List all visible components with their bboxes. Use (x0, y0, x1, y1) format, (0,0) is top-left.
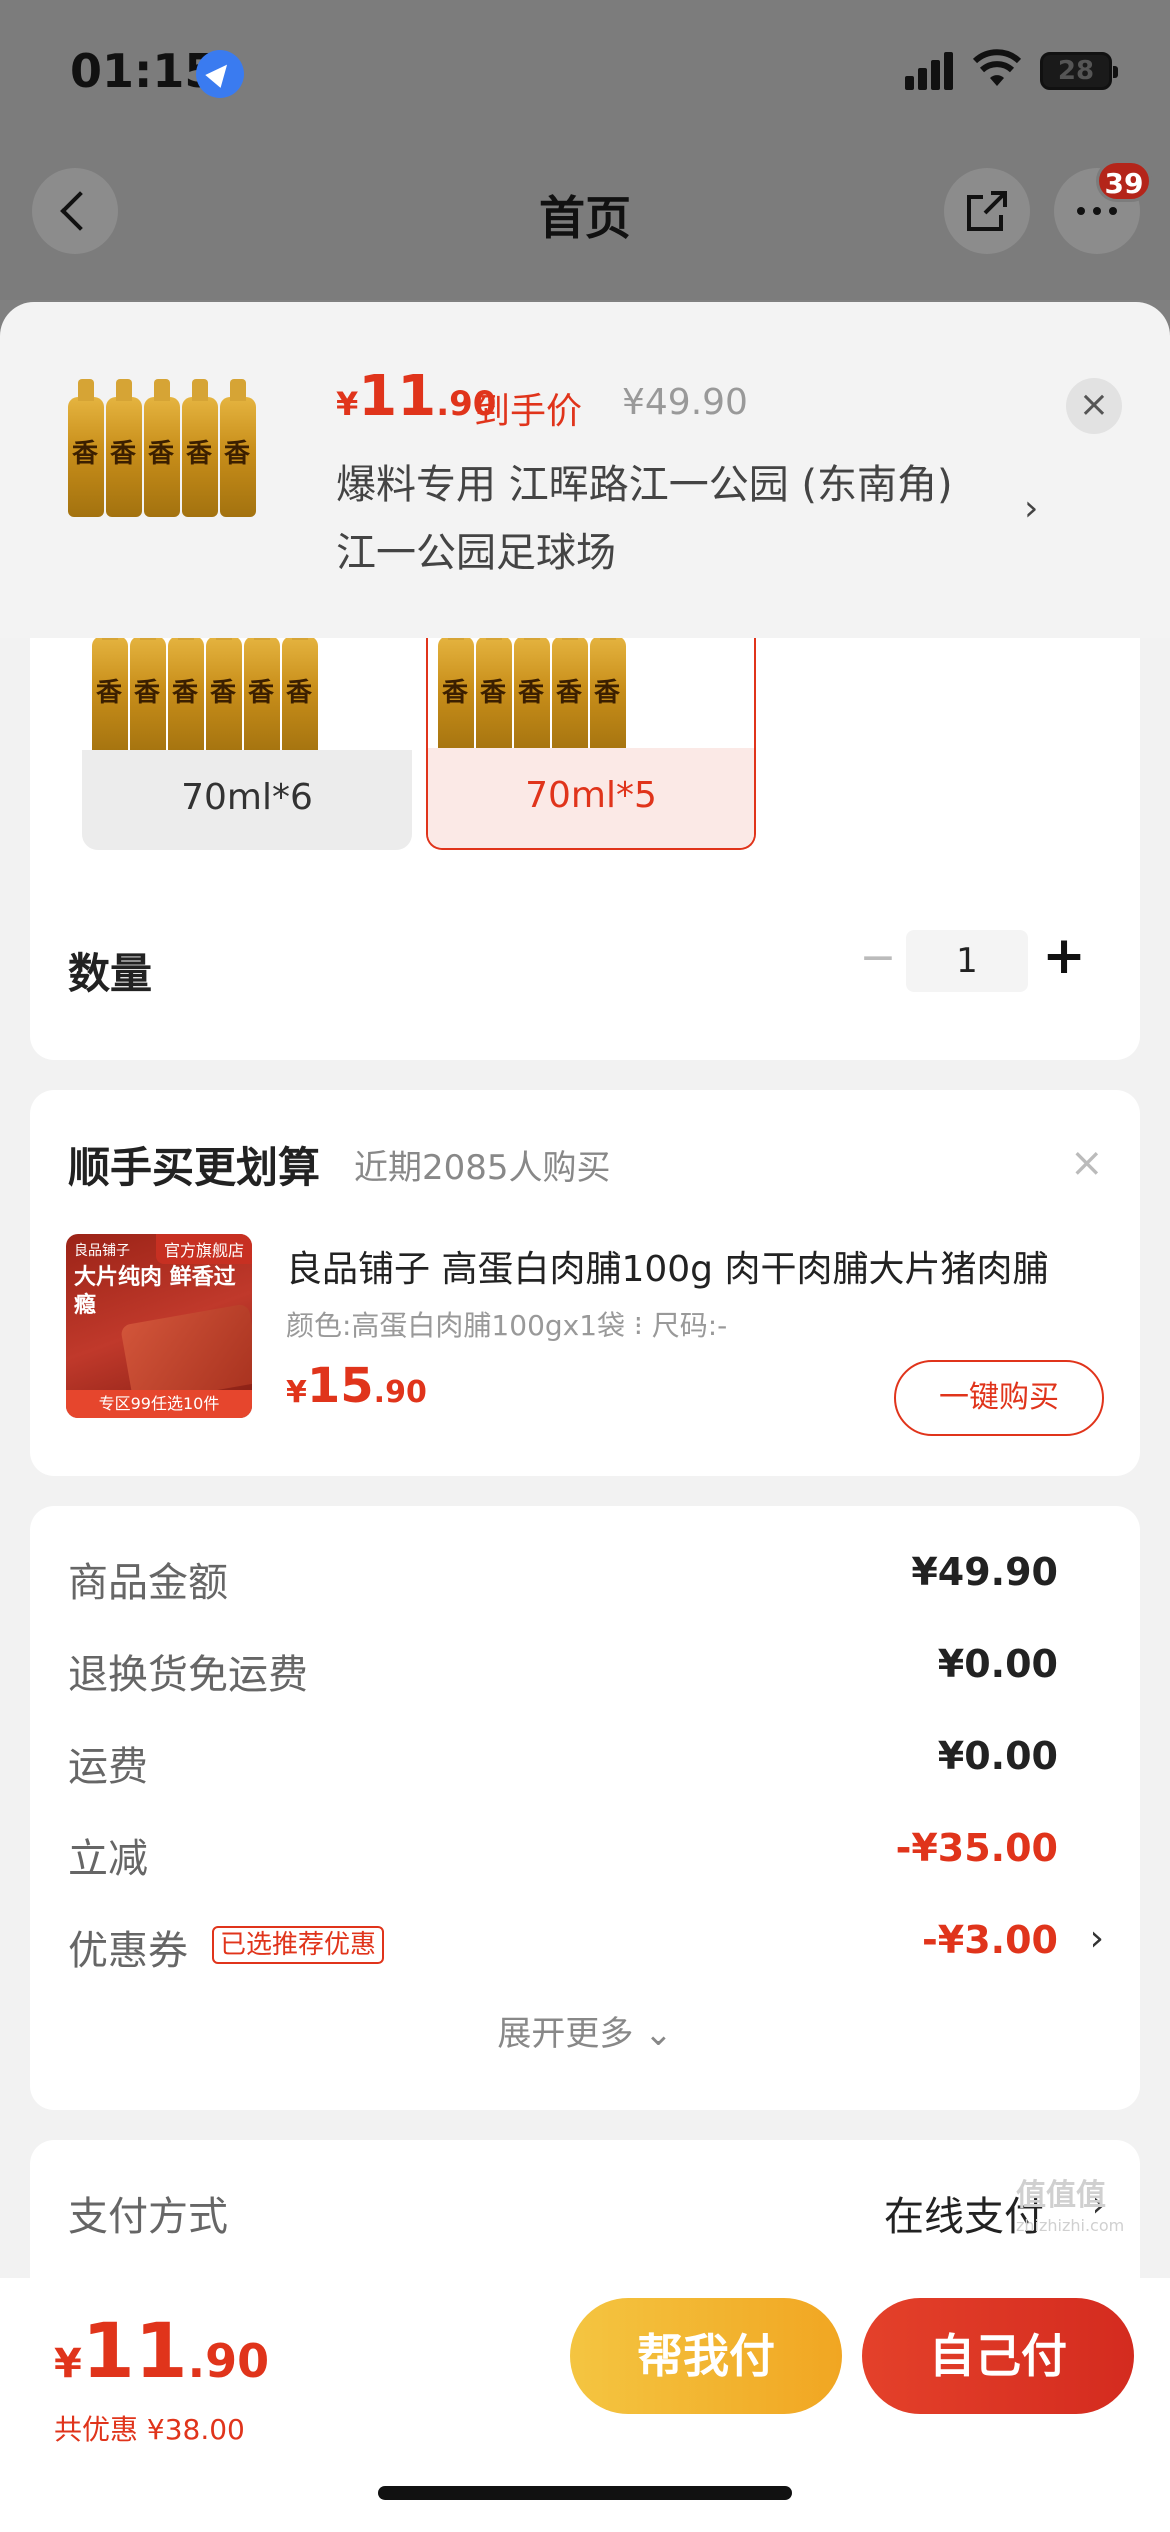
price-details-card: 商品金额 ¥49.90 退换货免运费 ¥0.00 运费 ¥0.00 立减 -¥35.00… (30, 1506, 1140, 2110)
upsell-product-attributes: 颜色:高蛋白肉脯100gx1袋 ⁝ 尺码:- (286, 1309, 728, 1342)
upsell-close-button[interactable]: × (1070, 1140, 1104, 1186)
quantity-increase-button[interactable]: + (1034, 926, 1094, 986)
upsell-product-name[interactable]: 良品铺子 高蛋白肉脯100g 肉干肉脯大片猪肉脯 (286, 1240, 1106, 1292)
price-row-discount: 立减 -¥35.00 (68, 1826, 1058, 1882)
product-summary-card[interactable]: ¥11.90 到手价 ¥49.90 爆料专用 江晖路江一公园 (东南角) 江一公… (0, 302, 1170, 638)
quantity-input[interactable]: 1 (906, 930, 1028, 992)
home-indicator[interactable] (378, 2486, 792, 2500)
final-price: ¥11.90 (336, 364, 497, 429)
battery-icon: 28 (1040, 52, 1118, 90)
one-click-buy-button[interactable]: 一键购买 (894, 1360, 1104, 1436)
notification-badge: 39 (1096, 160, 1152, 202)
price-row-shipping: 运费 ¥0.00 (68, 1734, 1058, 1790)
upsell-title: 顺手买更划算 (68, 1143, 321, 1192)
spec-selection-card: 70ml*6 70ml*5 数量 − 1 + (30, 600, 1140, 1060)
cellular-signal-icon (905, 50, 955, 90)
address-line-1[interactable]: 爆料专用 江晖路江一公园 (东南角) (336, 452, 953, 510)
status-time: 01:15 (70, 44, 217, 98)
location-arrow-icon (196, 50, 244, 98)
quantity-label: 数量 (68, 949, 153, 998)
quantity-decrease-button[interactable]: − (848, 930, 908, 990)
spec-option-label: 70ml*5 (428, 748, 754, 848)
wifi-icon (972, 49, 1022, 86)
upsell-subtitle: 近期2085人购买 (354, 1148, 611, 1188)
upsell-product-image[interactable]: 官方旗舰店 良品铺子 大片纯肉 鲜香过瘾 专区99任选10件 (66, 1234, 252, 1418)
payment-method-label: 支付方式 (68, 2194, 228, 2240)
price-row-coupon[interactable]: 优惠券 已选推荐优惠 -¥3.00 › (68, 1918, 1108, 1978)
status-bar: 01:15 28 (0, 0, 1170, 140)
product-thumbnail (68, 379, 258, 517)
total-price: ¥11.90 (54, 2306, 270, 2395)
final-price-label: 到手价 (474, 391, 583, 432)
nav-bar: 首页 39 (0, 140, 1170, 300)
share-icon (967, 191, 1007, 231)
price-row-return-shipping: 退换货免运费 ¥0.00 (68, 1642, 1058, 1698)
address-line-2[interactable]: 江一公园足球场 (336, 520, 616, 578)
pay-myself-button[interactable]: 自己付 (862, 2298, 1134, 2414)
upsell-card: 顺手买更划算 近期2085人购买 × 官方旗舰店 良品铺子 大片纯肉 鲜香过瘾 … (30, 1090, 1140, 1476)
share-button[interactable] (944, 168, 1030, 254)
payment-method-row[interactable]: 支付方式 在线支付 › (30, 2140, 1140, 2280)
checkout-bar: ¥11.90 共优惠 ¥38.00 帮我付 自己付 (0, 2278, 1170, 2532)
price-row-goods: 商品金额 ¥49.90 (68, 1550, 1058, 1606)
total-savings: 共优惠 ¥38.00 (54, 2413, 245, 2446)
help-me-pay-button[interactable]: 帮我付 (570, 2298, 842, 2414)
watermark: 值值值 zhizhizhi.com (1016, 2178, 1125, 2235)
spec-option-label: 70ml*6 (82, 750, 412, 850)
more-dots-icon (1077, 207, 1117, 215)
original-price: ¥49.90 (622, 382, 748, 423)
expand-more-button[interactable]: 展开更多 ⌄ (30, 2006, 1140, 2055)
close-button[interactable]: × (1066, 378, 1122, 434)
coupon-tag: 已选推荐优惠 (212, 1926, 385, 1964)
coupon-chevron-icon: › (1089, 1918, 1104, 1959)
upsell-price: ¥15.90 (286, 1358, 427, 1414)
address-chevron-icon[interactable]: › (1024, 488, 1038, 529)
